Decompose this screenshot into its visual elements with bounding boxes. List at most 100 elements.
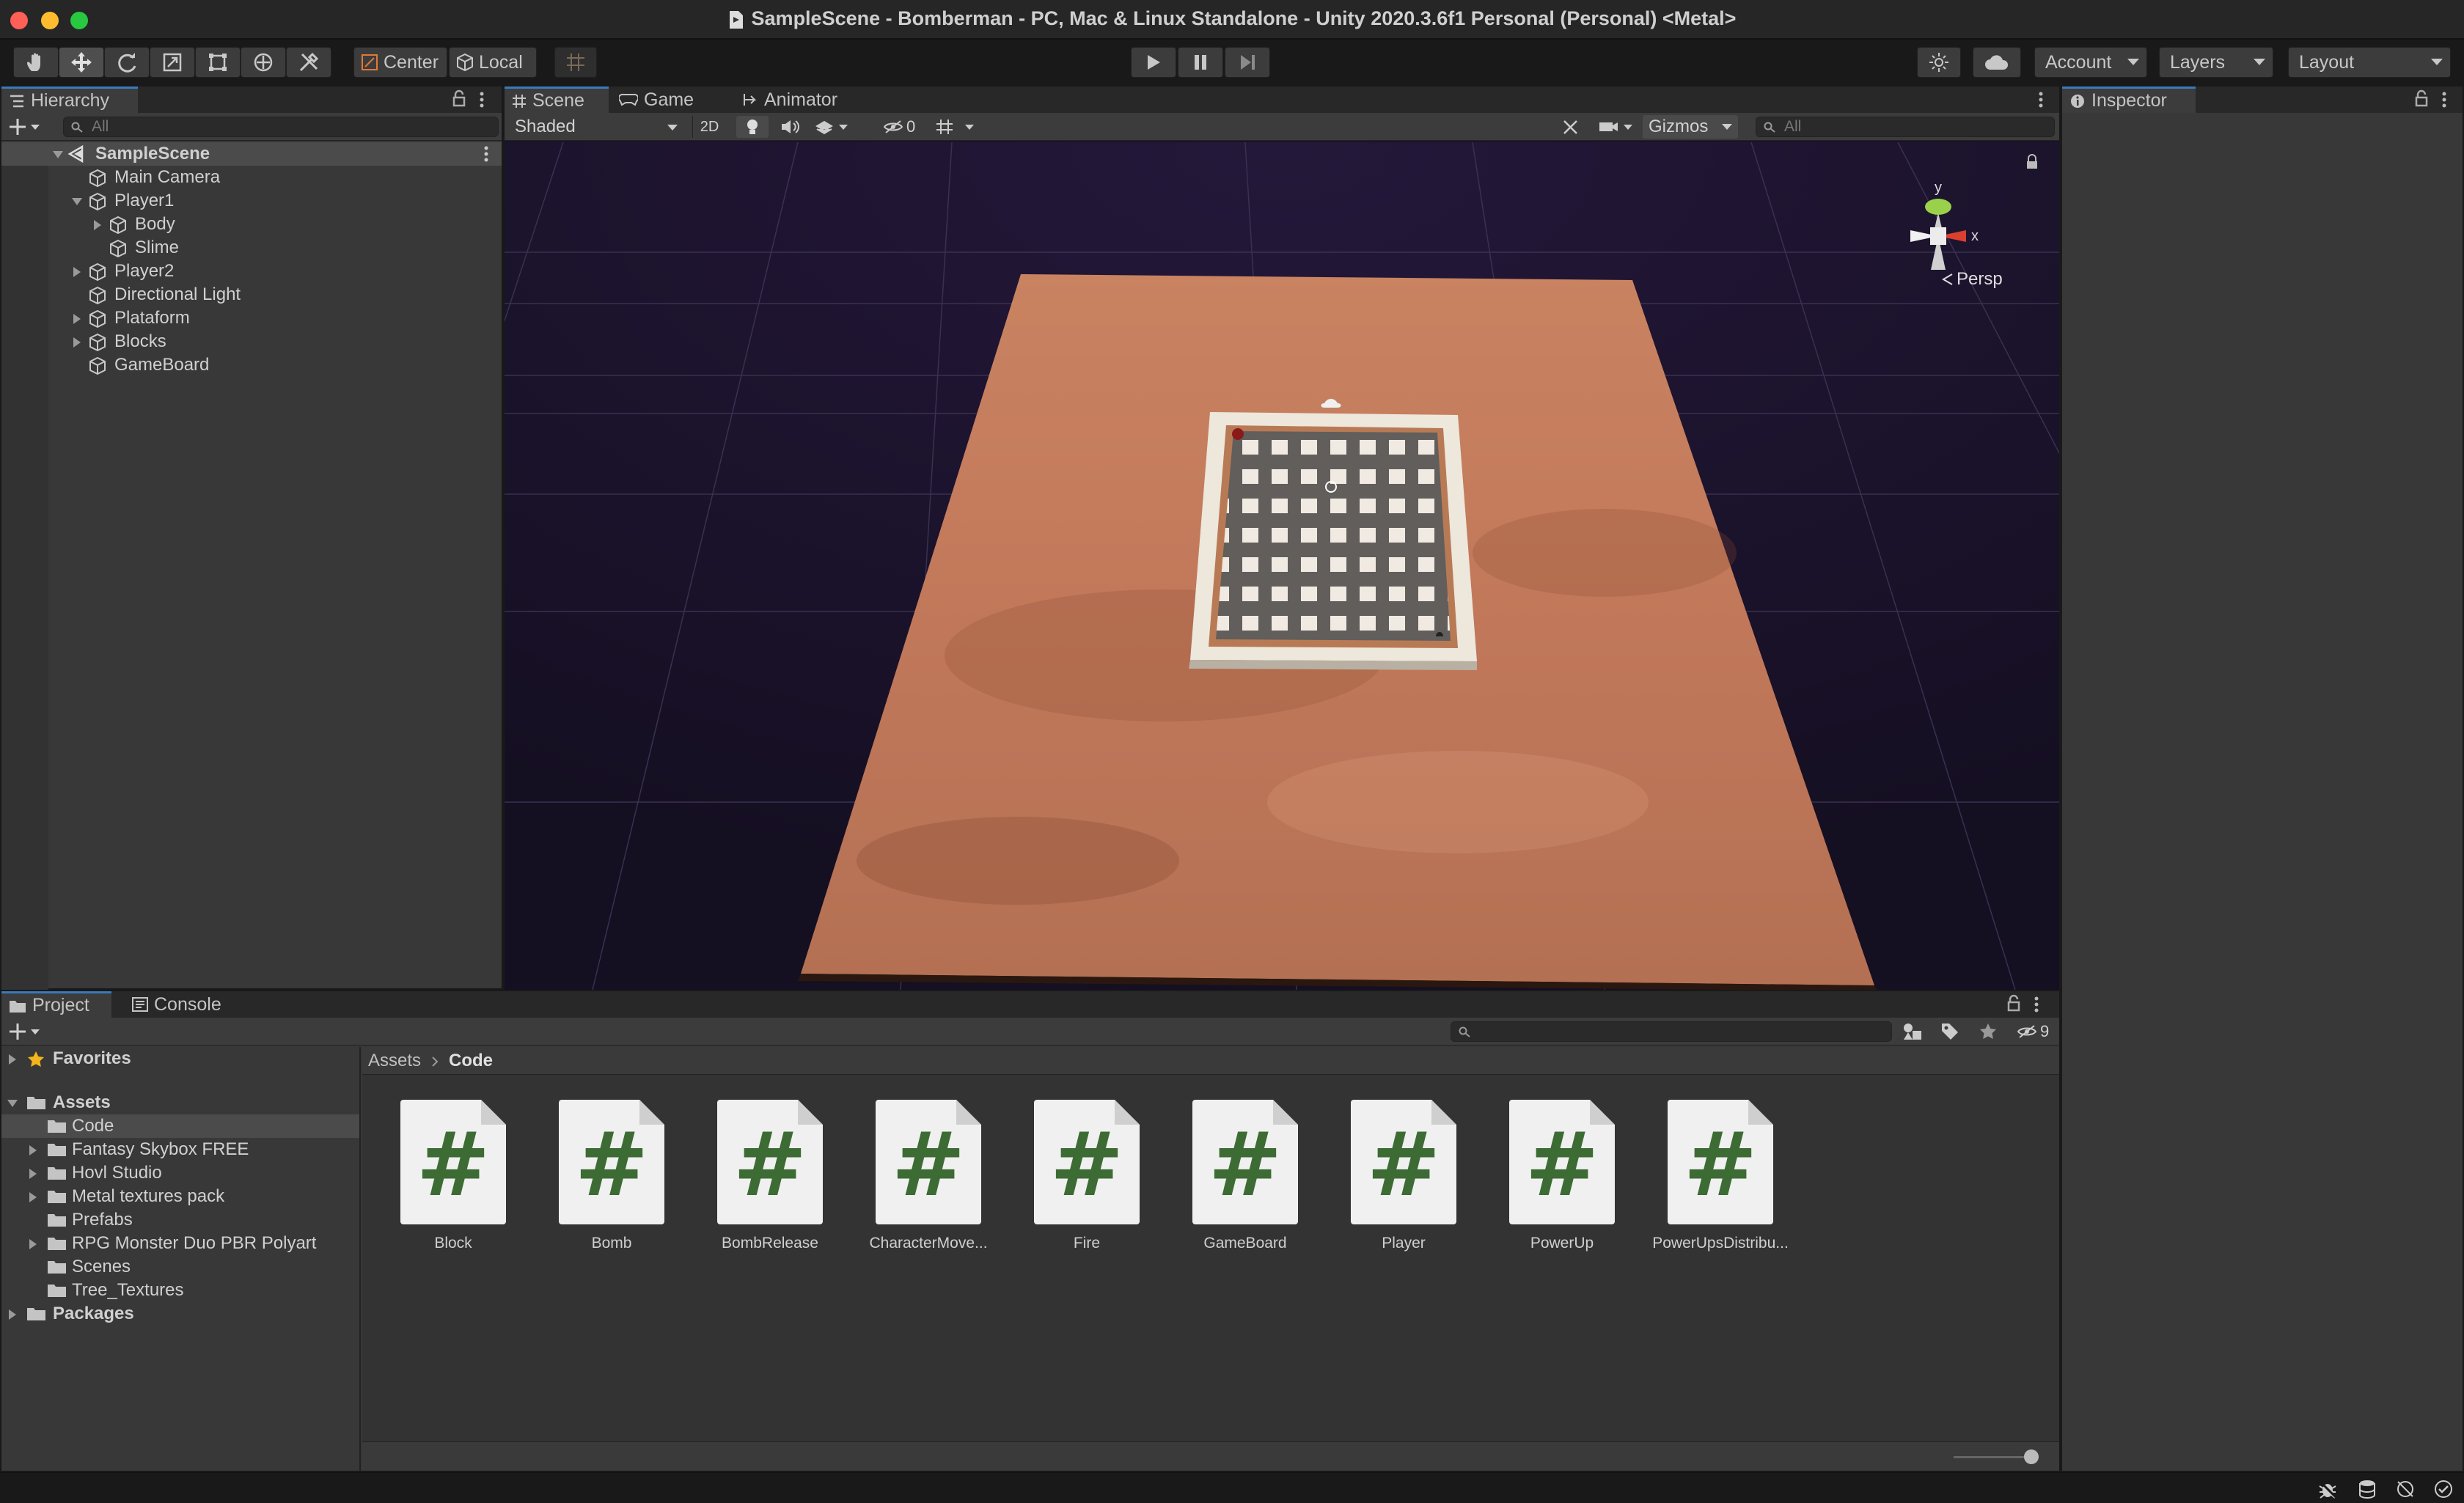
icon-size-slider-track[interactable] bbox=[1954, 1456, 2034, 1458]
hierarchy-row-main-camera[interactable]: Main Camera bbox=[1, 166, 502, 189]
tab-animator[interactable]: Animator bbox=[735, 87, 867, 113]
asset-script-gameboard[interactable]: # GameBoard bbox=[1159, 1100, 1305, 1268]
panel-menu-kebab-icon[interactable] bbox=[2037, 91, 2045, 109]
tab-hierarchy[interactable]: Hierarchy bbox=[1, 87, 138, 113]
tree-item-rpg-monster[interactable]: RPG Monster Duo PBR Polyart bbox=[1, 1232, 359, 1255]
fold-closed-arrow-icon[interactable] bbox=[73, 267, 81, 277]
transform-tool-button[interactable] bbox=[241, 47, 286, 78]
asset-script-bomb[interactable]: # Bomb bbox=[525, 1100, 672, 1268]
grid-snapping-button[interactable] bbox=[554, 47, 597, 78]
create-add-button[interactable] bbox=[9, 117, 41, 136]
tab-scene[interactable]: Scene bbox=[505, 87, 609, 113]
scene-lighting-toggle[interactable] bbox=[736, 116, 769, 138]
asset-script-fire[interactable]: # Fire bbox=[1000, 1100, 1147, 1268]
step-button[interactable] bbox=[1225, 47, 1270, 78]
breadcrumb-code[interactable]: Code bbox=[449, 1047, 493, 1075]
tree-item-tree-textures[interactable]: Tree_Textures bbox=[1, 1279, 359, 1302]
fold-open-arrow-icon[interactable] bbox=[53, 151, 63, 158]
rect-tool-button[interactable] bbox=[195, 47, 241, 78]
hierarchy-row-gameboard[interactable]: GameBoard bbox=[1, 353, 502, 377]
scale-tool-button[interactable] bbox=[150, 47, 195, 78]
breadcrumb-assets[interactable]: Assets bbox=[368, 1047, 421, 1075]
pivot-center-toggle[interactable]: Center bbox=[353, 47, 447, 78]
fold-closed-arrow-icon[interactable] bbox=[29, 1169, 37, 1179]
rotate-tool-button[interactable] bbox=[104, 47, 150, 78]
asset-script-powerup[interactable]: # PowerUp bbox=[1475, 1100, 1622, 1268]
scene-tools-button[interactable] bbox=[1555, 116, 1585, 138]
fold-closed-arrow-icon[interactable] bbox=[73, 314, 81, 324]
tab-inspector[interactable]: Inspector bbox=[2062, 87, 2196, 113]
hierarchy-row-plataform[interactable]: Plataform bbox=[1, 306, 502, 330]
hierarchy-row-samplescene[interactable]: SampleScene bbox=[1, 142, 502, 166]
hidden-packages-toggle[interactable]: 9 bbox=[2017, 1021, 2061, 1043]
project-search-input[interactable] bbox=[1451, 1021, 1892, 1042]
cache-server-icon[interactable] bbox=[2357, 1479, 2377, 1499]
scene-effects-dropdown[interactable] bbox=[810, 116, 854, 138]
panel-menu-kebab-icon[interactable] bbox=[2441, 91, 2448, 109]
scene-menu-kebab-icon[interactable] bbox=[483, 145, 490, 163]
hierarchy-row-player2[interactable]: Player2 bbox=[1, 260, 502, 283]
tree-item-fantasy-skybox[interactable]: Fantasy Skybox FREE bbox=[1, 1138, 359, 1161]
debug-bug-icon[interactable] bbox=[2317, 1479, 2338, 1499]
scene-viewport[interactable]: y x Persp bbox=[505, 142, 2059, 990]
fold-closed-arrow-icon[interactable] bbox=[29, 1239, 37, 1249]
scene-camera-dropdown[interactable] bbox=[1594, 116, 1640, 138]
status-ok-check-icon[interactable] bbox=[2433, 1479, 2454, 1499]
gizmos-dropdown[interactable]: Gizmos bbox=[1643, 115, 1738, 139]
hand-tool-button[interactable] bbox=[13, 47, 59, 78]
tab-project[interactable]: Project bbox=[1, 991, 111, 1018]
cloud-button[interactable] bbox=[1973, 47, 2021, 78]
panel-menu-kebab-icon[interactable] bbox=[478, 91, 485, 109]
hierarchy-row-player1[interactable]: Player1 bbox=[1, 189, 502, 213]
tab-console[interactable]: Console bbox=[125, 991, 242, 1018]
asset-script-bombrelease[interactable]: # BombRelease bbox=[683, 1100, 830, 1268]
asset-script-powerupsdistributor[interactable]: # PowerUpsDistribu... bbox=[1634, 1100, 1789, 1268]
shading-mode-dropdown[interactable]: Shaded bbox=[509, 116, 685, 138]
favorites-filter-button[interactable] bbox=[1979, 1022, 1998, 1041]
fold-closed-arrow-icon[interactable] bbox=[9, 1054, 16, 1065]
tree-item-metal-textures[interactable]: Metal textures pack bbox=[1, 1185, 359, 1208]
tree-item-hovl-studio[interactable]: Hovl Studio bbox=[1, 1161, 359, 1185]
auto-generate-lighting-icon[interactable] bbox=[2395, 1479, 2416, 1499]
create-asset-button[interactable] bbox=[9, 1022, 41, 1041]
fold-open-arrow-icon[interactable] bbox=[7, 1100, 18, 1107]
hierarchy-search-input[interactable]: All bbox=[63, 117, 499, 137]
layers-dropdown[interactable]: Layers bbox=[2159, 47, 2273, 78]
hidden-objects-toggle[interactable]: 0 bbox=[880, 116, 927, 138]
panel-menu-kebab-icon[interactable] bbox=[2033, 996, 2040, 1013]
fold-closed-arrow-icon[interactable] bbox=[9, 1309, 16, 1320]
move-tool-button[interactable] bbox=[59, 47, 104, 78]
tree-item-favorites[interactable]: Favorites bbox=[1, 1047, 359, 1070]
tree-item-packages[interactable]: Packages bbox=[1, 1302, 359, 1326]
tab-game[interactable]: Game bbox=[612, 87, 722, 113]
collab-button[interactable] bbox=[1917, 47, 1961, 78]
lock-icon[interactable] bbox=[452, 89, 466, 109]
projection-mode-label[interactable]: Persp bbox=[1957, 269, 2003, 289]
fold-closed-arrow-icon[interactable] bbox=[94, 220, 101, 230]
hierarchy-row-slime[interactable]: Slime bbox=[1, 236, 502, 260]
custom-tool-button[interactable] bbox=[286, 47, 331, 78]
2d-mode-toggle[interactable]: 2D bbox=[692, 116, 726, 138]
tree-item-assets[interactable]: Assets bbox=[1, 1091, 359, 1114]
icon-size-slider-thumb[interactable] bbox=[2024, 1449, 2039, 1464]
pivot-space-toggle[interactable]: Local bbox=[449, 47, 537, 78]
lock-icon[interactable] bbox=[2414, 89, 2429, 109]
asset-script-block[interactable]: # Block bbox=[367, 1100, 513, 1268]
asset-script-charactermove[interactable]: # CharacterMove... bbox=[842, 1100, 989, 1268]
search-by-label-button[interactable] bbox=[1940, 1022, 1959, 1041]
hierarchy-row-body[interactable]: Body bbox=[1, 213, 502, 236]
fold-closed-arrow-icon[interactable] bbox=[29, 1145, 37, 1155]
account-dropdown[interactable]: Account bbox=[2034, 47, 2147, 78]
scene-audio-toggle[interactable] bbox=[773, 116, 805, 138]
layout-dropdown[interactable]: Layout bbox=[2288, 47, 2451, 78]
fold-closed-arrow-icon[interactable] bbox=[29, 1192, 37, 1202]
tree-item-code[interactable]: Code bbox=[1, 1114, 359, 1138]
scene-search-input[interactable]: All bbox=[1756, 117, 2055, 137]
fold-closed-arrow-icon[interactable] bbox=[73, 337, 81, 348]
hierarchy-row-blocks[interactable]: Blocks bbox=[1, 330, 502, 353]
tree-item-prefabs[interactable]: Prefabs bbox=[1, 1208, 359, 1232]
play-button[interactable] bbox=[1131, 47, 1176, 78]
asset-script-player[interactable]: # Player bbox=[1317, 1100, 1464, 1268]
grid-visibility-dropdown[interactable] bbox=[931, 116, 980, 138]
fold-open-arrow-icon[interactable] bbox=[72, 198, 82, 205]
